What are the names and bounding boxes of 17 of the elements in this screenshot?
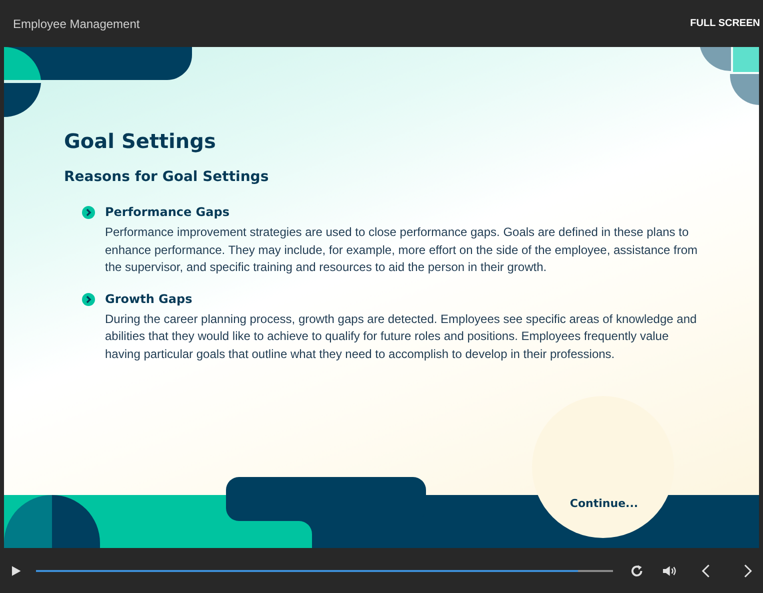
replay-icon[interactable] <box>630 564 644 578</box>
play-icon[interactable] <box>10 564 22 576</box>
item-title: Growth Gaps <box>105 290 194 306</box>
item-body: Performance improvement strategies are used to close performance gaps. Goals are defined in these plans to enhance performance. They may include, for example, more effort on the side of the employee, assistance from the supervisor, and specific training and resources to aid the person in their growth. <box>105 224 699 276</box>
item-title: Performance Gaps <box>105 204 230 220</box>
full-screen-button[interactable]: FULL SCREEN <box>690 16 763 31</box>
continue-button[interactable]: Continue... <box>564 496 644 512</box>
slide-title: Goal Settings <box>64 128 217 155</box>
volume-icon[interactable] <box>662 564 676 578</box>
chevron-bullet-icon <box>82 292 95 306</box>
slide-subtitle: Reasons for Goal Settings <box>64 168 270 187</box>
next-icon[interactable] <box>743 564 753 578</box>
window-title: Employee Management <box>13 16 140 32</box>
corner-decoration-drawing <box>700 47 759 105</box>
chevron-bullet-icon <box>82 206 95 219</box>
previous-icon[interactable] <box>701 564 712 578</box>
item-body: During the career planning process, growth gaps are detected. Employees see specific areas of knowledge and abilities that they would like to achieve to qualify for future roles and positions. Employees frequently value having particular goals that outline what they need to accomplish to develop in their professions. <box>105 310 698 362</box>
